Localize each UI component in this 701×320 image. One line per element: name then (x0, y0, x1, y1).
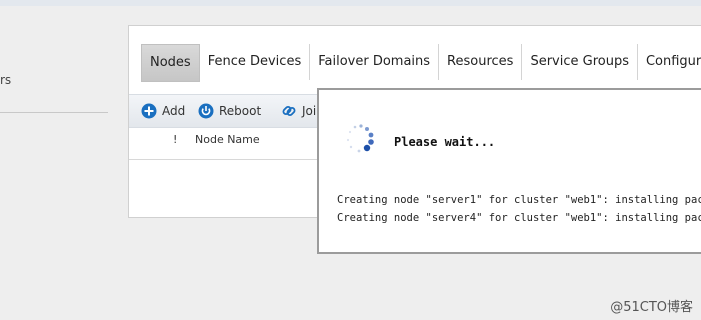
add-button[interactable]: Add (141, 102, 185, 120)
add-button-label: Add (162, 104, 186, 118)
tab-failover-domains[interactable]: Failover Domains (310, 44, 440, 80)
status-message: Creating node "server1" for cluster "web… (337, 194, 701, 206)
plus-circle-icon (141, 103, 157, 119)
tab-service-groups[interactable]: Service Groups (522, 44, 638, 80)
progress-dialog: Please wait... Creating node "server1" f… (317, 88, 701, 254)
power-icon (198, 103, 214, 119)
column-status[interactable]: ! (173, 133, 177, 146)
join-button[interactable]: Joi (281, 102, 316, 120)
tab-fence-devices[interactable]: Fence Devices (200, 44, 311, 80)
top-strip (0, 0, 701, 6)
status-message: Creating node "server4" for cluster "web… (337, 212, 701, 224)
tab-bar: Nodes Fence Devices Failover Domains Res… (141, 44, 701, 82)
sidebar-divider (0, 112, 108, 113)
link-icon (281, 103, 297, 119)
loading-spinner-icon (346, 124, 374, 153)
join-button-label: Joi (302, 104, 317, 118)
column-node-name[interactable]: Node Name (195, 133, 260, 146)
dialog-title: Please wait... (394, 135, 496, 149)
tab-resources[interactable]: Resources (439, 44, 523, 80)
tab-configure[interactable]: Configure (638, 44, 701, 80)
tab-nodes[interactable]: Nodes (141, 44, 200, 82)
sidebar-fragment-label: rs (0, 73, 12, 87)
reboot-button[interactable]: Reboot (198, 102, 261, 120)
reboot-button-label: Reboot (219, 104, 262, 118)
watermark: @51CTO博客 (610, 300, 693, 315)
